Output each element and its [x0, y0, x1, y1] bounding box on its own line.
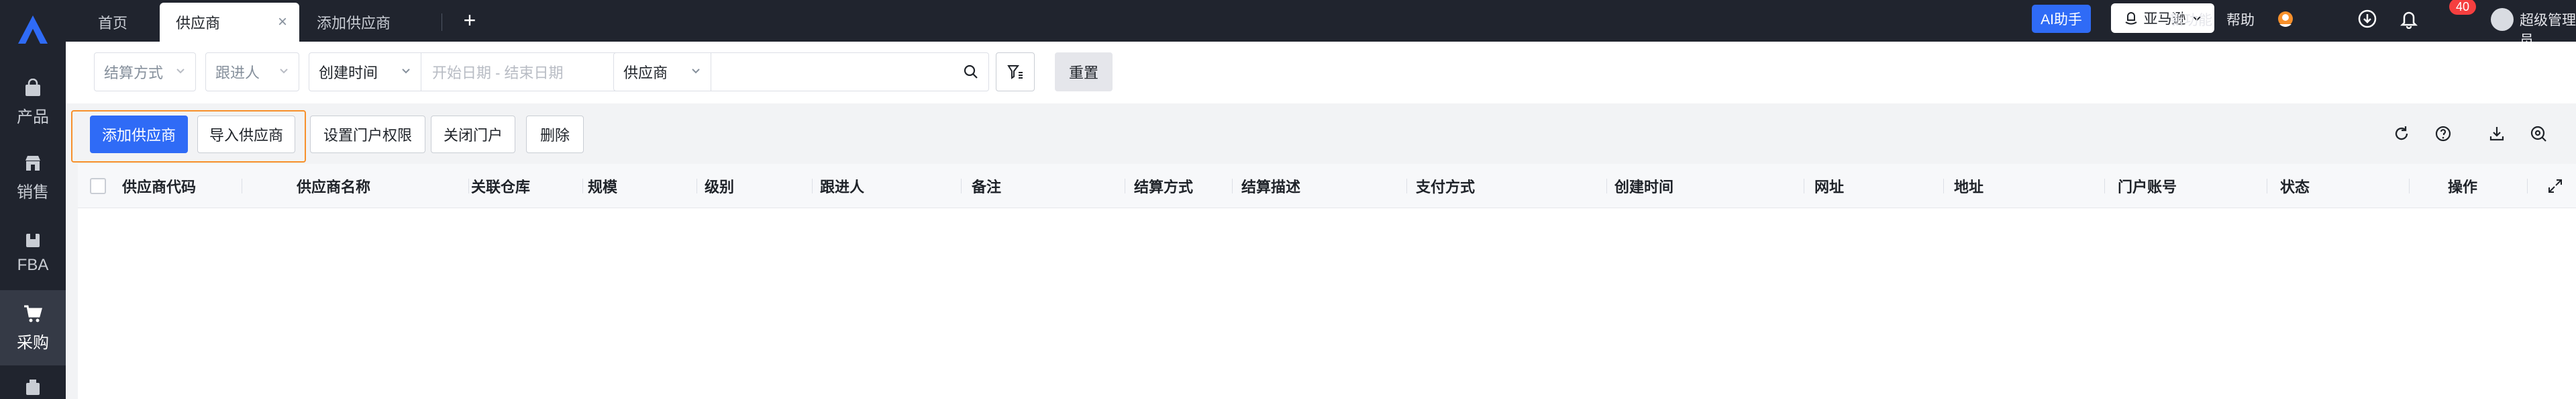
- sidebar-item-purchase[interactable]: 采购: [0, 290, 66, 365]
- close-portal-button[interactable]: 关闭门户: [431, 116, 515, 153]
- column-divider: [468, 179, 469, 193]
- column-header-supplier-code[interactable]: 供应商代码: [122, 164, 196, 208]
- column-divider: [582, 179, 583, 193]
- app-root: 产品 销售 FBA 采购 首页 供应商 × 添加供应商 + AI助手 亚马逊 新…: [0, 0, 2576, 399]
- chevron-down-icon: [402, 69, 410, 74]
- column-divider: [1232, 179, 1233, 193]
- column-divider: [2527, 179, 2528, 193]
- column-header-portal-account[interactable]: 门户账号: [2118, 164, 2177, 208]
- column-divider: [2104, 179, 2105, 193]
- chevron-down-icon: [280, 69, 288, 74]
- export-icon[interactable]: [2485, 122, 2508, 145]
- search-type-select[interactable]: 供应商: [613, 52, 711, 91]
- fullscreen-icon[interactable]: [2545, 176, 2565, 196]
- refresh-icon[interactable]: [2390, 122, 2413, 145]
- column-header-settlement[interactable]: 结算方式: [1134, 164, 1193, 208]
- plus-icon[interactable]: +: [456, 7, 483, 34]
- box-icon: [23, 378, 43, 396]
- column-divider: [1406, 179, 1407, 193]
- sidebar: 产品 销售 FBA 采购: [0, 0, 66, 399]
- column-header-supplier-name[interactable]: 供应商名称: [297, 164, 370, 208]
- close-icon[interactable]: ×: [278, 13, 287, 32]
- shop-icon: [23, 153, 43, 173]
- date-range-placeholder: 开始日期 - 结束日期: [432, 64, 564, 81]
- headset-icon[interactable]: [2273, 7, 2298, 31]
- column-header-level[interactable]: 级别: [705, 164, 734, 208]
- import-supplier-button[interactable]: 导入供应商: [197, 116, 295, 153]
- column-settings-icon[interactable]: [2527, 122, 2550, 145]
- action-bar: 添加供应商 导入供应商 设置门户权限 关闭门户 删除: [66, 103, 2576, 164]
- add-supplier-button[interactable]: 添加供应商: [90, 116, 188, 153]
- column-header-settlement-desc[interactable]: 结算描述: [1241, 164, 1300, 208]
- search-field: [711, 52, 989, 91]
- tab-supplier[interactable]: 供应商 ×: [160, 3, 299, 42]
- new-feature-link[interactable]: 新功能: [2170, 9, 2212, 30]
- sidebar-item-label: 采购: [17, 333, 49, 352]
- column-divider: [2409, 179, 2410, 193]
- amazon-icon: [2124, 12, 2137, 25]
- table-header: 供应商代码 供应商名称 关联仓库 规模 级别 跟进人 备注 结算方式 结算描述 …: [78, 164, 2576, 208]
- column-header-remark[interactable]: 备注: [972, 164, 1001, 208]
- cart-icon: [23, 304, 43, 324]
- column-header-follower[interactable]: 跟进人: [820, 164, 864, 208]
- portal-permission-button[interactable]: 设置门户权限: [310, 116, 425, 153]
- sidebar-item-label: 产品: [17, 107, 49, 126]
- select-all-checkbox[interactable]: [90, 178, 106, 194]
- chevron-down-icon: [692, 69, 700, 74]
- follower-select[interactable]: 跟进人: [205, 52, 299, 91]
- bell-icon[interactable]: [2397, 7, 2421, 31]
- filter-icon: [1007, 65, 1023, 79]
- search-input[interactable]: [711, 53, 988, 91]
- column-header-address[interactable]: 地址: [1954, 164, 1983, 208]
- filter-bar: 结算方式 跟进人 创建时间 开始日期 - 结束日期 供应商 重置: [66, 42, 2576, 103]
- follower-select-value: 跟进人: [215, 64, 260, 81]
- download-icon[interactable]: [2355, 7, 2379, 31]
- tab-label: 首页: [98, 15, 128, 32]
- search-icon[interactable]: [963, 64, 979, 80]
- sidebar-item-label: FBA: [17, 256, 49, 274]
- bag-icon: [23, 78, 43, 98]
- box-icon: [23, 230, 43, 251]
- column-header-status[interactable]: 状态: [2280, 164, 2310, 208]
- column-header-warehouse[interactable]: 关联仓库: [471, 164, 530, 208]
- logo-icon: [18, 15, 48, 44]
- chevron-down-icon: [176, 69, 185, 74]
- tab-add-supplier[interactable]: 添加供应商: [301, 3, 407, 42]
- date-type-select-value: 创建时间: [319, 64, 378, 81]
- settlement-select[interactable]: 结算方式: [94, 52, 196, 91]
- supplier-table: 供应商代码 供应商名称 关联仓库 规模 级别 跟进人 备注 结算方式 结算描述 …: [78, 164, 2576, 399]
- search-type-select-value: 供应商: [623, 64, 668, 81]
- delete-button[interactable]: 删除: [526, 116, 584, 153]
- tab-label: 添加供应商: [317, 15, 391, 32]
- sidebar-item-fba[interactable]: FBA: [0, 215, 66, 290]
- advanced-filter-button[interactable]: [996, 52, 1035, 91]
- ai-assistant-button[interactable]: AI助手: [2032, 5, 2091, 33]
- avatar[interactable]: [2491, 8, 2514, 31]
- column-divider: [1943, 179, 1944, 193]
- column-divider: [812, 179, 813, 193]
- column-header-operation[interactable]: 操作: [2448, 164, 2477, 208]
- reset-button[interactable]: 重置: [1055, 52, 1113, 91]
- settlement-select-value: 结算方式: [104, 64, 164, 81]
- column-divider: [1606, 179, 1607, 193]
- sidebar-item-more[interactable]: [0, 373, 66, 399]
- notification-badge: 40: [2449, 0, 2476, 15]
- column-header-scale[interactable]: 规模: [588, 164, 617, 208]
- sidebar-item-sales[interactable]: 销售: [0, 140, 66, 215]
- tab-label: 供应商: [176, 15, 221, 32]
- column-divider: [961, 179, 962, 193]
- help-icon[interactable]: [2432, 122, 2455, 145]
- app-logo[interactable]: [0, 0, 66, 59]
- date-type-select[interactable]: 创建时间: [309, 52, 421, 91]
- help-link[interactable]: 帮助: [2226, 9, 2255, 30]
- top-bar: 首页 供应商 × 添加供应商 + AI助手 亚马逊 新功能 帮助 40 超级管理…: [66, 0, 2576, 48]
- tab-home[interactable]: 首页: [82, 3, 144, 42]
- column-header-payment[interactable]: 支付方式: [1416, 164, 1475, 208]
- sidebar-item-label: 销售: [17, 183, 49, 202]
- column-header-website[interactable]: 网址: [1814, 164, 1844, 208]
- sidebar-item-product[interactable]: 产品: [0, 64, 66, 140]
- column-header-created[interactable]: 创建时间: [1614, 164, 1673, 208]
